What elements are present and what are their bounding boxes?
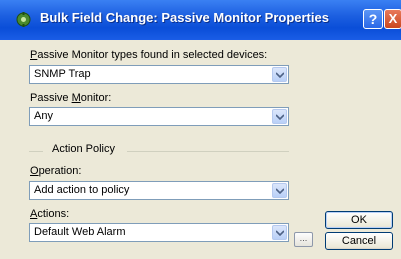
actions-label: Actions:	[30, 208, 69, 220]
action-policy-group-label: Action Policy	[48, 143, 119, 155]
passive-monitor-select[interactable]: Any	[29, 107, 289, 126]
window-title: Bulk Field Change: Passive Monitor Prope…	[40, 10, 329, 25]
label-text: ctions:	[37, 208, 70, 220]
group-divider	[29, 151, 43, 152]
monitor-types-label: Passive Monitor types found in selected …	[30, 49, 267, 61]
help-button[interactable]: ?	[363, 9, 383, 29]
operation-select[interactable]: Add action to policy	[29, 181, 289, 200]
chevron-down-icon[interactable]	[272, 109, 287, 124]
label-text: onitor:	[80, 92, 112, 104]
passive-monitor-value: Any	[34, 110, 53, 122]
hotkey-char: O	[30, 165, 39, 177]
operation-label: Operation:	[30, 165, 81, 177]
actions-select[interactable]: Default Web Alarm	[29, 223, 289, 242]
group-divider	[127, 151, 289, 152]
label-text: Passive	[30, 92, 72, 104]
close-button[interactable]: X	[384, 9, 401, 29]
dialog-window: Bulk Field Change: Passive Monitor Prope…	[0, 0, 401, 259]
titlebar[interactable]: Bulk Field Change: Passive Monitor Prope…	[0, 0, 401, 40]
passive-monitor-icon	[16, 12, 31, 27]
ok-button[interactable]: OK	[325, 211, 393, 229]
hotkey-char: M	[71, 92, 81, 104]
edit-actions-button[interactable]: ...	[294, 232, 313, 247]
monitor-types-value: SNMP Trap	[34, 68, 91, 80]
label-text: peration:	[38, 165, 82, 177]
chevron-down-icon[interactable]	[272, 225, 287, 240]
passive-monitor-label: Passive Monitor:	[30, 92, 111, 104]
cancel-button[interactable]: Cancel	[325, 232, 393, 250]
chevron-down-icon[interactable]	[272, 67, 287, 82]
operation-value: Add action to policy	[34, 184, 130, 196]
chevron-down-icon[interactable]	[272, 183, 287, 198]
actions-value: Default Web Alarm	[34, 226, 126, 238]
label-text: assive Monitor types found in selected d…	[37, 49, 268, 61]
monitor-types-select[interactable]: SNMP Trap	[29, 65, 289, 84]
